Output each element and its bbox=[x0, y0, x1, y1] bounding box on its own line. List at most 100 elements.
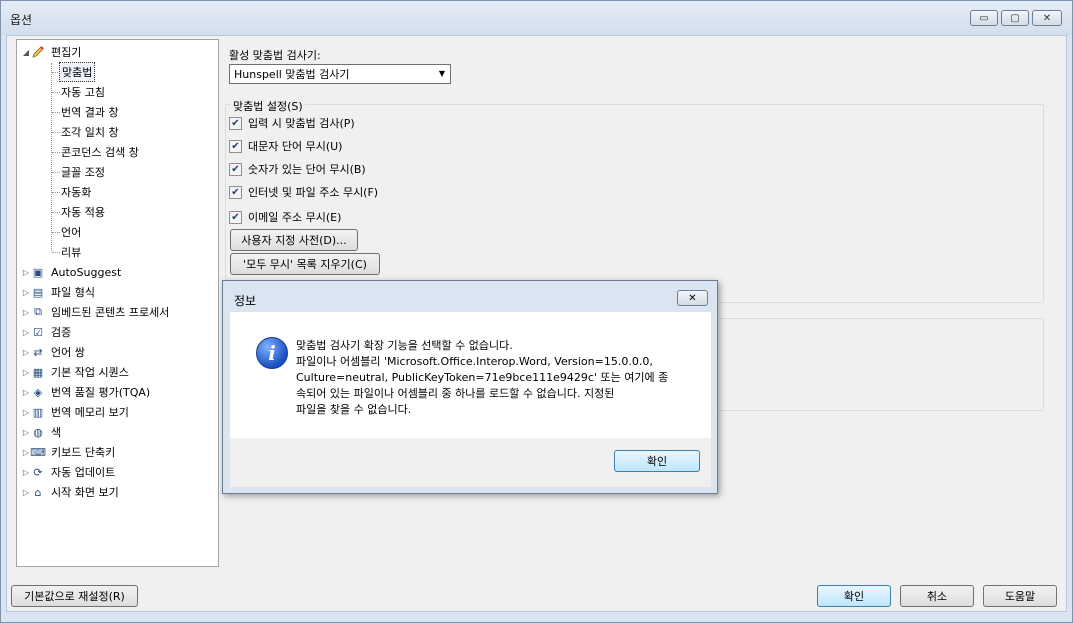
tree-node[interactable]: 맞춤법 bbox=[59, 62, 96, 82]
tree-node[interactable]: 글꼴 조정 bbox=[59, 163, 107, 181]
tree-node[interactable]: ▷ ▤ 파일 형식 bbox=[21, 283, 97, 301]
secondary-settings-group bbox=[707, 318, 1044, 411]
tree-node-editor[interactable]: ◢ 편집기 bbox=[21, 43, 83, 61]
tree-node[interactable]: ▷ ▥ 번역 메모리 보기 bbox=[21, 403, 131, 421]
home-icon: ⌂ bbox=[34, 485, 42, 499]
dialog-message-line: 속되어 있는 파일이나 어셈블리 중 하나를 로드할 수 없습니다. 지정된 bbox=[296, 387, 615, 400]
spellchecker-select[interactable]: Hunspell 맞춤법 검사기 ▼ bbox=[229, 64, 451, 84]
tree-node[interactable]: 자동 고침 bbox=[59, 83, 107, 101]
color-icon: ◍ bbox=[33, 425, 43, 439]
expand-icon[interactable]: ▷ bbox=[21, 368, 31, 377]
reset-defaults-button[interactable]: 기본값으로 재설정(R) bbox=[11, 585, 138, 607]
language-pair-icon: ⇄ bbox=[33, 345, 43, 359]
close-icon: ✕ bbox=[688, 292, 697, 304]
collapse-icon[interactable]: ◢ bbox=[21, 48, 31, 57]
checkbox-box[interactable]: ✔ bbox=[229, 185, 242, 199]
tree-node[interactable]: ▷ ☑ 검증 bbox=[21, 323, 73, 341]
expand-icon[interactable]: ▷ bbox=[21, 428, 31, 437]
checkbox-label: 입력 시 맞춤법 검사(P) bbox=[248, 117, 355, 130]
dialog-message-line: 파일을 찾을 수 없습니다. bbox=[296, 403, 412, 416]
maximize-button[interactable]: ▢ bbox=[1001, 10, 1029, 26]
tree-node[interactable]: ▷ ◈ 번역 품질 평가(TQA) bbox=[21, 383, 152, 401]
tree-node[interactable]: 콘코던스 검색 창 bbox=[59, 143, 141, 161]
verification-icon: ☑ bbox=[33, 325, 43, 339]
tree-node-label: 리뷰 bbox=[61, 246, 82, 259]
tree-node[interactable]: ▷ ⇄ 언어 쌍 bbox=[21, 343, 87, 361]
clear-ignore-all-button[interactable]: '모두 무시' 목록 지우기(C) bbox=[230, 253, 380, 275]
spell-option-checkbox[interactable]: ✔ 이메일 주소 무시(E) bbox=[229, 209, 341, 225]
tqa-icon: ◈ bbox=[33, 385, 43, 399]
tree-node[interactable]: 리뷰 bbox=[59, 243, 83, 261]
expand-icon[interactable]: ▷ bbox=[21, 328, 31, 337]
expand-icon[interactable]: ▷ bbox=[21, 388, 31, 397]
custom-dictionary-button[interactable]: 사용자 지정 사전(D)... bbox=[230, 229, 358, 251]
tree-node-label: 번역 품질 평가(TQA) bbox=[51, 386, 151, 399]
tree-node[interactable]: ▷ ⌨ 키보드 단축키 bbox=[21, 443, 117, 461]
active-spellchecker-label: 활성 맞춤법 검사기: bbox=[229, 49, 321, 62]
tree-node-label: 자동 고침 bbox=[61, 86, 105, 99]
dialog-ok-button[interactable]: 확인 bbox=[614, 450, 700, 472]
checkbox-box[interactable]: ✔ bbox=[229, 139, 242, 153]
close-icon: ✕ bbox=[1042, 12, 1052, 24]
dialog-title: 정보 bbox=[234, 294, 257, 308]
task-sequence-icon: ▦ bbox=[32, 365, 44, 379]
keyboard-icon: ⌨ bbox=[30, 445, 46, 459]
expand-icon[interactable]: ▷ bbox=[21, 488, 31, 497]
spell-option-checkbox[interactable]: ✔ 인터넷 및 파일 주소 무시(F) bbox=[229, 184, 378, 200]
checkbox-label: 숫자가 있는 단어 무시(B) bbox=[248, 163, 366, 176]
help-button[interactable]: 도움말 bbox=[983, 585, 1057, 607]
info-dialog: 정보 ✕ i 맞춤법 검사기 확장 기능을 선택할 수 없습니다. 파일이나 어셈… bbox=[222, 280, 718, 494]
checkbox-box[interactable]: ✔ bbox=[229, 116, 242, 130]
tree-node[interactable]: 번역 결과 창 bbox=[59, 103, 121, 121]
expand-icon[interactable]: ▷ bbox=[21, 468, 31, 477]
information-icon: i bbox=[256, 337, 288, 369]
tree-node[interactable]: ▷ ▦ 기본 작업 시퀀스 bbox=[21, 363, 131, 381]
expand-icon[interactable]: ▷ bbox=[21, 348, 31, 357]
dialog-close-button[interactable]: ✕ bbox=[677, 290, 708, 306]
spell-option-checkbox[interactable]: ✔ 숫자가 있는 단어 무시(B) bbox=[229, 161, 366, 177]
spellchecker-value: Hunspell 맞춤법 검사기 bbox=[234, 68, 350, 81]
dialog-footer: 확인 bbox=[230, 438, 711, 487]
autosuggest-icon: ▣ bbox=[32, 265, 44, 279]
dialog-message-line: Culture=neutral, PublicKeyToken=71e9bce1… bbox=[296, 371, 669, 384]
window-controls: ▭ ▢ ✕ bbox=[970, 10, 1062, 26]
checkbox-label: 인터넷 및 파일 주소 무시(F) bbox=[248, 186, 379, 199]
checkbox-label: 대문자 단어 무시(U) bbox=[248, 140, 343, 153]
tree-node[interactable]: 자동 적용 bbox=[59, 203, 107, 221]
expand-icon[interactable]: ▷ bbox=[21, 288, 31, 297]
tree-node[interactable]: 조각 일치 창 bbox=[59, 123, 121, 141]
dialog-message-line: 파일이나 어셈블리 'Microsoft.Office.Interop.Word… bbox=[296, 355, 653, 368]
spell-option-checkbox[interactable]: ✔ 대문자 단어 무시(U) bbox=[229, 138, 342, 154]
tree-node[interactable]: 자동화 bbox=[59, 183, 93, 201]
tree-node[interactable]: ▷ ⧉ 임베드된 콘텐츠 프로세서 bbox=[21, 303, 171, 321]
expand-icon[interactable]: ▷ bbox=[21, 268, 31, 277]
tree-node-label: AutoSuggest bbox=[51, 265, 122, 279]
title-bar[interactable]: 옵션 ▭ ▢ ✕ bbox=[1, 1, 1072, 35]
tree-node[interactable]: ▷ ◍ 색 bbox=[21, 423, 63, 441]
expand-icon[interactable]: ▷ bbox=[21, 308, 31, 317]
tree-node-label: 번역 메모리 보기 bbox=[51, 406, 129, 419]
tm-view-icon: ▥ bbox=[32, 405, 44, 419]
tree-node-label: 검증 bbox=[51, 326, 72, 339]
tree-node[interactable]: 언어 bbox=[59, 223, 83, 241]
cancel-button[interactable]: 취소 bbox=[900, 585, 974, 607]
tree-node-label: 자동 업데이트 bbox=[51, 466, 116, 479]
tree-node-label: 자동화 bbox=[61, 186, 92, 199]
tree-node[interactable]: ▷ ▣ AutoSuggest bbox=[21, 263, 123, 281]
update-icon: ⟳ bbox=[33, 465, 43, 479]
tree-node[interactable]: ▷ ⌂ 시작 화면 보기 bbox=[21, 483, 121, 501]
tree-node-label: 색 bbox=[51, 426, 62, 439]
close-button[interactable]: ✕ bbox=[1032, 10, 1062, 26]
expand-icon[interactable]: ▷ bbox=[21, 408, 31, 417]
chevron-down-icon: ▼ bbox=[438, 69, 445, 78]
tree-node-label: 글꼴 조정 bbox=[61, 166, 105, 179]
minimize-button[interactable]: ▭ bbox=[970, 10, 998, 26]
tree-node[interactable]: ▷ ⟳ 자동 업데이트 bbox=[21, 463, 117, 481]
tree-node-label: 언어 쌍 bbox=[51, 346, 85, 359]
window-title: 옵션 bbox=[10, 13, 33, 27]
options-window: 옵션 ▭ ▢ ✕ ◢ 편집기 맞춤법자동 고침번역 결과 창조각 일치 창콘코던… bbox=[0, 0, 1073, 623]
ok-button[interactable]: 확인 bbox=[817, 585, 891, 607]
spell-option-checkbox[interactable]: ✔ 입력 시 맞춤법 검사(P) bbox=[229, 115, 355, 131]
checkbox-box[interactable]: ✔ bbox=[229, 162, 242, 176]
checkbox-box[interactable]: ✔ bbox=[229, 210, 242, 224]
